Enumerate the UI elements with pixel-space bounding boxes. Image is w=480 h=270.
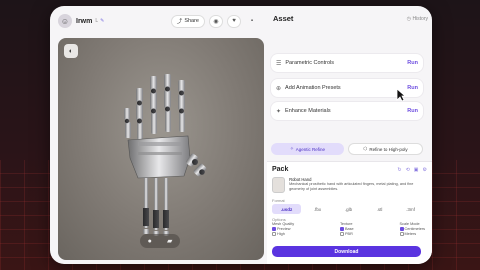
history-label: History	[412, 15, 428, 22]
finger-middle	[150, 76, 157, 134]
option-texture: Texture Base PBR	[340, 222, 354, 237]
run-button[interactable]: Run	[407, 60, 418, 66]
view-button[interactable]: ◉	[209, 14, 223, 28]
layers-icon[interactable]: ◐	[64, 44, 78, 58]
chat-icon[interactable]: ▰	[167, 237, 172, 245]
pack-header: Pack ↻ ⟲ ▣ ⚙	[272, 166, 427, 173]
project-tag: L	[95, 18, 99, 24]
edit-icon[interactable]: ✎	[100, 18, 104, 24]
run-button[interactable]: Run	[407, 85, 418, 91]
right-pane: Asset ◷ History ☰ Parametric Controls Ru…	[267, 6, 432, 264]
option-choice[interactable]: Meters	[399, 232, 425, 237]
viewport-controls: ● ▰	[140, 234, 180, 248]
lock-icon: ▪	[250, 18, 254, 24]
format-option-glb[interactable]: .glb	[334, 204, 363, 214]
action-row-materials[interactable]: ✦ Enhance Materials Run	[271, 102, 423, 120]
top-actions: ⤴ Share ◉ ♥ ▪	[170, 14, 259, 28]
pack-text: Robot Hand Mechanical prosthetic hand wi…	[289, 177, 427, 193]
format-option-stl[interactable]: .stl	[365, 204, 394, 214]
agentic-label: Agentic Refine	[295, 146, 326, 152]
app-window: ☺ Irwm L ✎ ⤴ Share ◉ ♥ ▪ ◐ ● ▰ Asset ◷ H…	[50, 6, 432, 264]
share-label: Share	[184, 18, 199, 24]
option-scale: Scale Mode Centimeters Meters	[399, 222, 425, 237]
refine-highpoly-button[interactable]: ⬡ Refine to High-poly	[348, 143, 423, 155]
settings-icon[interactable]: ⚙	[423, 167, 427, 173]
pack-actions: ↻ ⟲ ▣ ⚙	[397, 167, 427, 173]
format-option-usdz[interactable]: .usdz	[272, 204, 301, 214]
share-icon: ⤴	[176, 19, 183, 25]
wrist-rods	[143, 178, 169, 236]
asset-header: Asset ◷ History	[273, 14, 428, 23]
top-bar: ☺ Irwm L ✎ ⤴ Share ◉ ♥ ▪	[50, 6, 267, 36]
image-icon[interactable]: ▣	[414, 167, 419, 173]
pack-title: Pack	[272, 166, 289, 173]
like-button[interactable]: ♥	[227, 14, 241, 28]
link-icon[interactable]: ⟲	[406, 167, 410, 173]
3d-viewport[interactable]: ◐ ● ▰	[58, 38, 264, 260]
row-label: Add Animation Presets	[285, 85, 341, 91]
heart-icon: ♥	[232, 18, 236, 24]
pack-item: Robot Hand Mechanical prosthetic hand wi…	[272, 177, 427, 193]
row-label: Parametric Controls	[285, 60, 334, 66]
format-option-3mf[interactable]: .3mf	[396, 204, 425, 214]
format-label: Format	[272, 198, 285, 203]
format-option-fbx[interactable]: .fbx	[303, 204, 332, 214]
finger-index	[136, 88, 143, 140]
option-mesh-quality: Mesh Quality Preview High	[272, 222, 294, 237]
play-icon: ⊕	[276, 85, 282, 92]
refresh-icon[interactable]: ↻	[397, 167, 401, 173]
option-choice[interactable]: High	[272, 232, 294, 237]
options-row: Mesh Quality Preview High Texture Base P…	[272, 222, 425, 237]
finger-pinky	[178, 80, 185, 132]
left-pane: ☺ Irwm L ✎ ⤴ Share ◉ ♥ ▪ ◐ ● ▰	[50, 6, 267, 264]
refine-label: Refine to High-poly	[369, 146, 408, 152]
action-row-parametric[interactable]: ☰ Parametric Controls Run	[271, 54, 423, 72]
wand-icon: ✧	[289, 146, 294, 151]
cube-icon: ⬡	[363, 146, 368, 151]
agentic-refine-button[interactable]: ✧ Agentic Refine	[271, 143, 344, 155]
robot-hand-model	[124, 74, 207, 236]
avatar[interactable]: ☺	[58, 14, 72, 28]
row-label: Enhance Materials	[285, 108, 331, 114]
project-name[interactable]: Irwm	[76, 18, 92, 25]
finger-left	[124, 108, 131, 138]
asset-title: Asset	[273, 14, 294, 23]
refine-buttons: ✧ Agentic Refine ⬡ Refine to High-poly	[271, 143, 423, 155]
eye-icon: ◉	[213, 18, 219, 25]
sparkle-icon: ✦	[276, 108, 282, 115]
pack-card: Pack ↻ ⟲ ▣ ⚙ Robot Hand Mechanical prost…	[267, 161, 432, 264]
download-button[interactable]: Download	[272, 246, 421, 257]
option-choice[interactable]: PBR	[340, 232, 354, 237]
lock-button[interactable]: ▪	[245, 15, 259, 28]
history-button[interactable]: ◷ History	[407, 16, 428, 22]
pack-item-desc: Mechanical prosthetic hand with articula…	[289, 182, 414, 191]
light-toggle-icon[interactable]: ●	[148, 238, 152, 245]
sliders-icon: ☰	[276, 60, 282, 67]
run-button[interactable]: Run	[407, 108, 418, 114]
finger-ring	[164, 74, 171, 132]
format-selector: .usdz .fbx .glb .stl .3mf	[272, 204, 425, 214]
pack-thumbnail	[272, 177, 286, 193]
share-button[interactable]: ⤴ Share	[170, 14, 205, 28]
mouse-cursor-icon	[396, 88, 406, 102]
